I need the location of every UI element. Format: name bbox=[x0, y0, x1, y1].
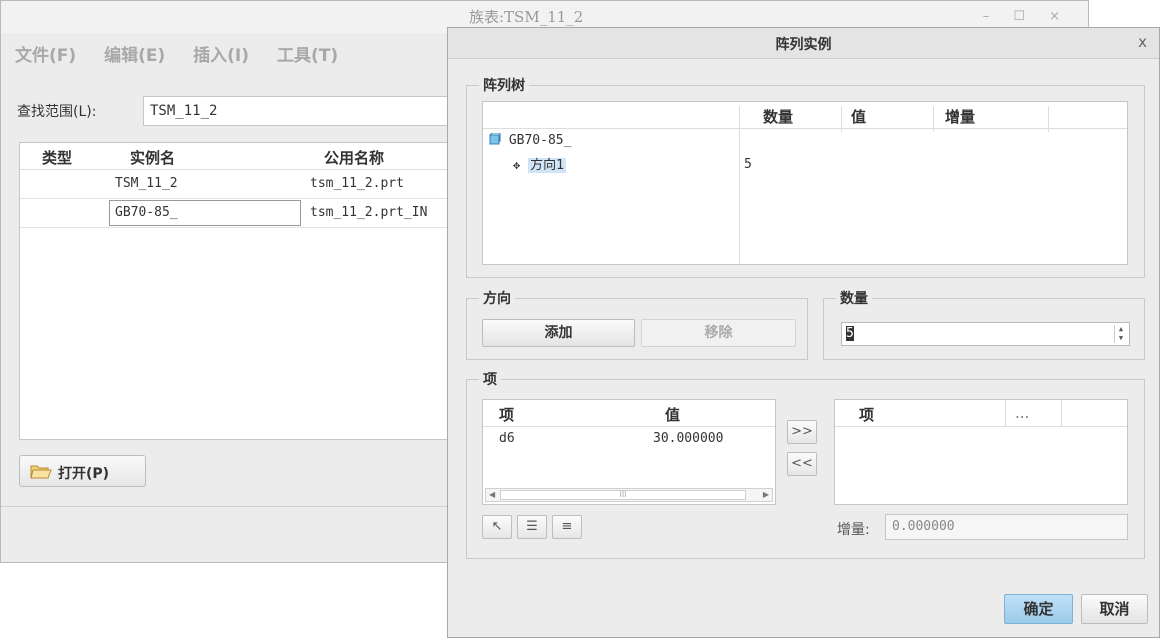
pattern-instance-dialog: 阵列实例 x 阵列树 数量 值 增量 GB70-85_ ✥ 方向1 5 方向 添… bbox=[447, 27, 1160, 638]
scope-label: 查找范围(L): bbox=[17, 104, 97, 120]
common-name-cell: tsm_11_2.prt bbox=[310, 176, 404, 191]
instance-name-cell: GB70-85_ bbox=[115, 205, 178, 220]
cancel-button[interactable]: 取消 bbox=[1081, 594, 1148, 624]
tree-direction-node[interactable]: ✥ 方向1 bbox=[513, 154, 567, 173]
scroll-right-icon[interactable]: ▶ bbox=[763, 490, 769, 499]
selected-items-list[interactable]: 项 ... bbox=[834, 399, 1128, 505]
select-pointer-button[interactable]: ↖ bbox=[482, 515, 512, 539]
part-icon bbox=[489, 132, 501, 145]
scroll-thumb[interactable]: III bbox=[500, 490, 746, 500]
stepper-arrows-icon[interactable]: ▲ ▼ bbox=[1114, 325, 1127, 343]
dialog-title: 阵列实例 bbox=[775, 37, 832, 53]
folder-open-icon bbox=[30, 462, 52, 484]
add-button[interactable]: 添加 bbox=[482, 319, 635, 347]
table-header: 类型 实例名 公用名称 bbox=[20, 143, 458, 170]
scroll-left-icon[interactable]: ◀ bbox=[489, 490, 495, 499]
menu-edit[interactable]: 编辑(E) bbox=[104, 46, 165, 66]
column-header-common-name[interactable]: 公用名称 bbox=[324, 147, 384, 168]
instance-name-cell: TSM_11_2 bbox=[115, 176, 178, 191]
available-items-list[interactable]: 项 值 d6 30.000000 ◀ III ▶ bbox=[482, 399, 776, 505]
pattern-tree[interactable]: 数量 值 增量 GB70-85_ ✥ 方向1 5 bbox=[482, 101, 1128, 265]
cursor-icon: ↖ bbox=[491, 519, 503, 534]
count-stepper[interactable]: 5 ▲ ▼ bbox=[841, 322, 1130, 346]
menu-file[interactable]: 文件(F) bbox=[15, 46, 76, 66]
tree-direction-count: 5 bbox=[744, 157, 752, 172]
dialog-titlebar: 阵列实例 x bbox=[448, 28, 1159, 59]
direction-caption: 方向 bbox=[479, 288, 515, 308]
count-caption: 数量 bbox=[836, 288, 872, 308]
column-divider bbox=[1005, 400, 1006, 426]
tree-direction-label: 方向1 bbox=[528, 158, 567, 173]
column-header-count[interactable]: 数量 bbox=[763, 106, 793, 127]
move-right-button[interactable]: >> bbox=[787, 420, 817, 444]
tree-root-label: GB70-85_ bbox=[508, 133, 572, 148]
common-name-cell: tsm_11_2.prt_IN bbox=[310, 205, 428, 220]
items-caption: 项 bbox=[479, 369, 501, 389]
column-divider bbox=[933, 106, 934, 132]
column-header-value[interactable]: 值 bbox=[665, 404, 680, 425]
increment-field[interactable]: 0.000000 bbox=[885, 514, 1128, 540]
column-header-item[interactable]: 项 bbox=[499, 404, 514, 425]
item-value-cell[interactable]: 30.000000 bbox=[653, 431, 723, 446]
column-header-increment[interactable]: 增量 bbox=[945, 106, 975, 127]
lines-icon: ≡ bbox=[561, 519, 573, 534]
column-header-more[interactable]: ... bbox=[1015, 404, 1029, 422]
column-header-instance[interactable]: 实例名 bbox=[130, 147, 175, 168]
remove-button[interactable]: 移除 bbox=[641, 319, 796, 347]
item-name-cell[interactable]: d6 bbox=[499, 431, 515, 446]
menubar: 文件(F) 编辑(E) 插入(I) 工具(T) bbox=[15, 41, 360, 66]
table-row[interactable]: GB70-85_ tsm_11_2.prt_IN bbox=[20, 199, 458, 228]
column-divider bbox=[841, 106, 842, 132]
scope-field[interactable]: TSM_11_2 bbox=[143, 96, 463, 126]
table-row[interactable]: TSM_11_2 tsm_11_2.prt bbox=[20, 170, 458, 199]
list-header: 项 值 bbox=[483, 400, 775, 427]
open-button[interactable]: 打开(P) bbox=[19, 455, 146, 487]
tree-root-node[interactable]: GB70-85_ bbox=[489, 132, 572, 148]
column-header-value[interactable]: 值 bbox=[851, 106, 866, 127]
tree-header: 数量 值 增量 bbox=[483, 102, 1127, 132]
menu-insert[interactable]: 插入(I) bbox=[193, 46, 249, 66]
move-left-button[interactable]: << bbox=[787, 452, 817, 476]
column-divider bbox=[1061, 400, 1062, 426]
column-header-item[interactable]: 项 bbox=[859, 404, 874, 425]
ok-button[interactable]: 确定 bbox=[1004, 594, 1073, 624]
direction-arrows-icon: ✥ bbox=[513, 158, 521, 172]
column-divider bbox=[1048, 106, 1049, 132]
column-header-type[interactable]: 类型 bbox=[42, 147, 72, 168]
lines-bold-icon: ☰ bbox=[526, 519, 538, 534]
pattern-tree-caption: 阵列树 bbox=[479, 75, 529, 95]
list-header: 项 ... bbox=[835, 400, 1127, 427]
close-icon[interactable]: x bbox=[1138, 33, 1147, 51]
open-button-label: 打开(P) bbox=[58, 466, 110, 482]
instance-table: 类型 实例名 公用名称 TSM_11_2 tsm_11_2.prt GB70-8… bbox=[19, 142, 459, 440]
count-value: 5 bbox=[846, 326, 854, 341]
tree-column-divider bbox=[739, 128, 740, 264]
increment-label: 增量: bbox=[837, 522, 870, 538]
horizontal-scrollbar[interactable]: ◀ III ▶ bbox=[485, 488, 773, 502]
select-all-button[interactable]: ☰ bbox=[517, 515, 547, 539]
menu-tools[interactable]: 工具(T) bbox=[277, 46, 338, 66]
deselect-all-button[interactable]: ≡ bbox=[552, 515, 582, 539]
